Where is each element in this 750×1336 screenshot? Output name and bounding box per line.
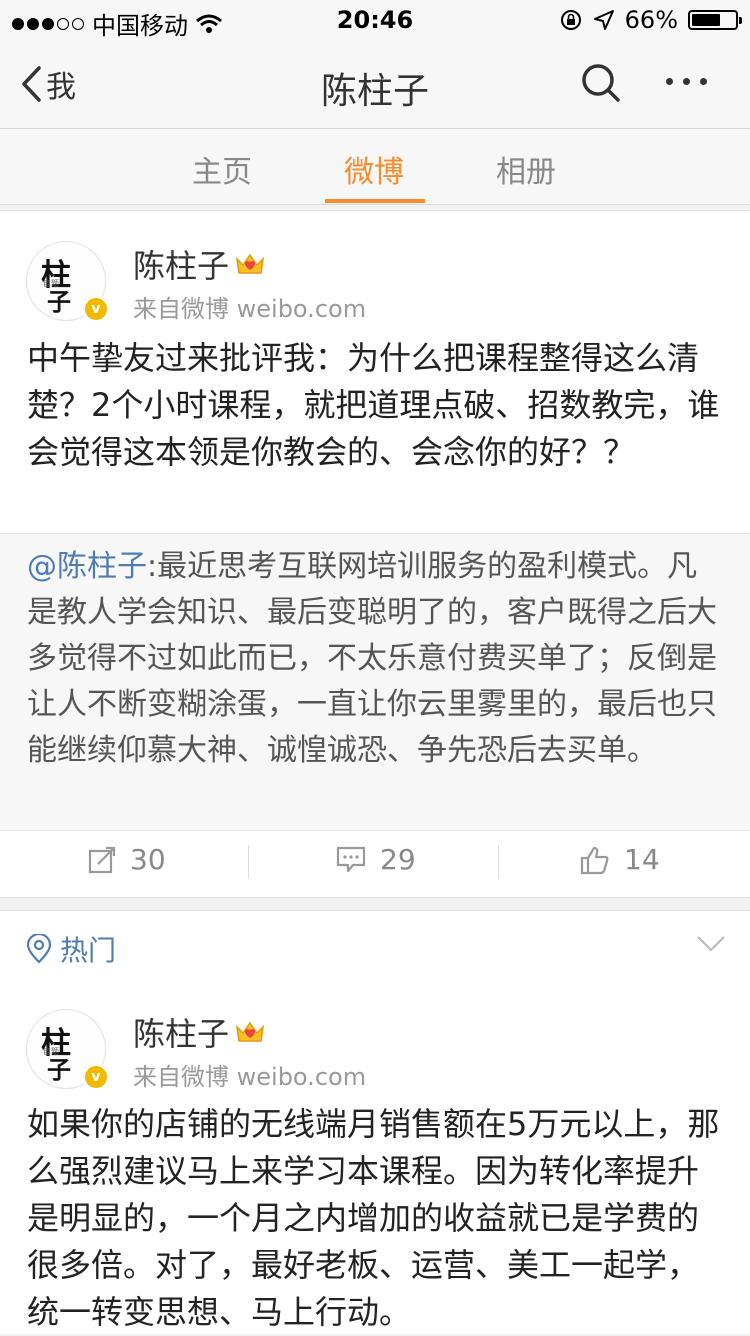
hot-section-bar[interactable]: 热门 — [0, 910, 750, 980]
post-source: 来自微博 weibo.com — [133, 1063, 367, 1091]
mention-link[interactable]: @陈柱子 — [27, 549, 147, 584]
comment-count: 29 — [380, 843, 416, 876]
repost-icon — [88, 846, 116, 873]
author-name[interactable]: 陈柱子 — [133, 241, 229, 287]
repost-count: 30 — [130, 843, 166, 876]
avatar[interactable]: 柱 自题 子 v — [26, 241, 109, 322]
like-button[interactable]: 14 — [580, 843, 660, 876]
thumbs-up-icon — [580, 846, 609, 874]
tab-album[interactable]: 相册 — [496, 147, 556, 191]
profile-tabs: 主页 微博 相册 — [0, 129, 750, 205]
battery-icon — [688, 10, 742, 30]
avatar[interactable]: 柱 自题 子 v — [26, 1009, 109, 1090]
post-card[interactable]: 柱 自题 子 v 陈柱子 来自微博 weibo.com 如果你的店铺的无线端月销… — [0, 979, 750, 1334]
post-card[interactable]: 柱 自题 子 v 陈柱子 来自微博 weibo.com 中午挚友过来批评我：为什… — [0, 210, 750, 898]
tab-home[interactable]: 主页 — [192, 147, 252, 191]
active-tab-indicator — [325, 199, 425, 203]
search-icon[interactable] — [580, 62, 622, 104]
verified-badge-icon: v — [83, 1064, 109, 1090]
location-arrow-icon — [593, 10, 614, 30]
more-options-icon[interactable] — [666, 78, 707, 85]
comment-icon — [336, 846, 366, 872]
navigation-bar: 我 陈柱子 — [0, 40, 750, 129]
post-source: 来自微博 weibo.com — [133, 295, 367, 323]
vip-crown-icon — [235, 1021, 265, 1042]
vip-crown-icon — [235, 253, 265, 274]
orientation-lock-icon — [560, 10, 581, 30]
tab-weibo[interactable]: 微博 — [344, 147, 404, 191]
repost-box[interactable]: @陈柱子:最近思考互联网培训服务的盈利模式。凡是教人学会知识、最后变聪明了的，客… — [0, 533, 750, 831]
repost-button[interactable]: 30 — [88, 843, 166, 876]
battery-percent: 66% — [624, 6, 678, 34]
like-count: 14 — [624, 843, 660, 876]
hot-topic-icon — [26, 934, 52, 964]
page-title: 陈柱子 — [320, 71, 429, 112]
chevron-down-icon[interactable] — [696, 935, 726, 953]
verified-badge-icon: v — [83, 296, 109, 322]
post-actions: 30 29 14 — [0, 829, 750, 896]
author-name[interactable]: 陈柱子 — [133, 1009, 229, 1055]
post-text: 中午挚友过来批评我：为什么把课程整得这么清楚？2个小时课程，就把道理点破、招数教… — [27, 339, 720, 471]
hot-section-label: 热门 — [60, 934, 117, 967]
comment-button[interactable]: 29 — [336, 843, 416, 876]
post-text: 如果你的店铺的无线端月销售额在5万元以上，那么强烈建议马上来学习本课程。因为转化… — [27, 1105, 720, 1331]
status-bar: 中国移动 20:46 66% — [0, 0, 750, 40]
